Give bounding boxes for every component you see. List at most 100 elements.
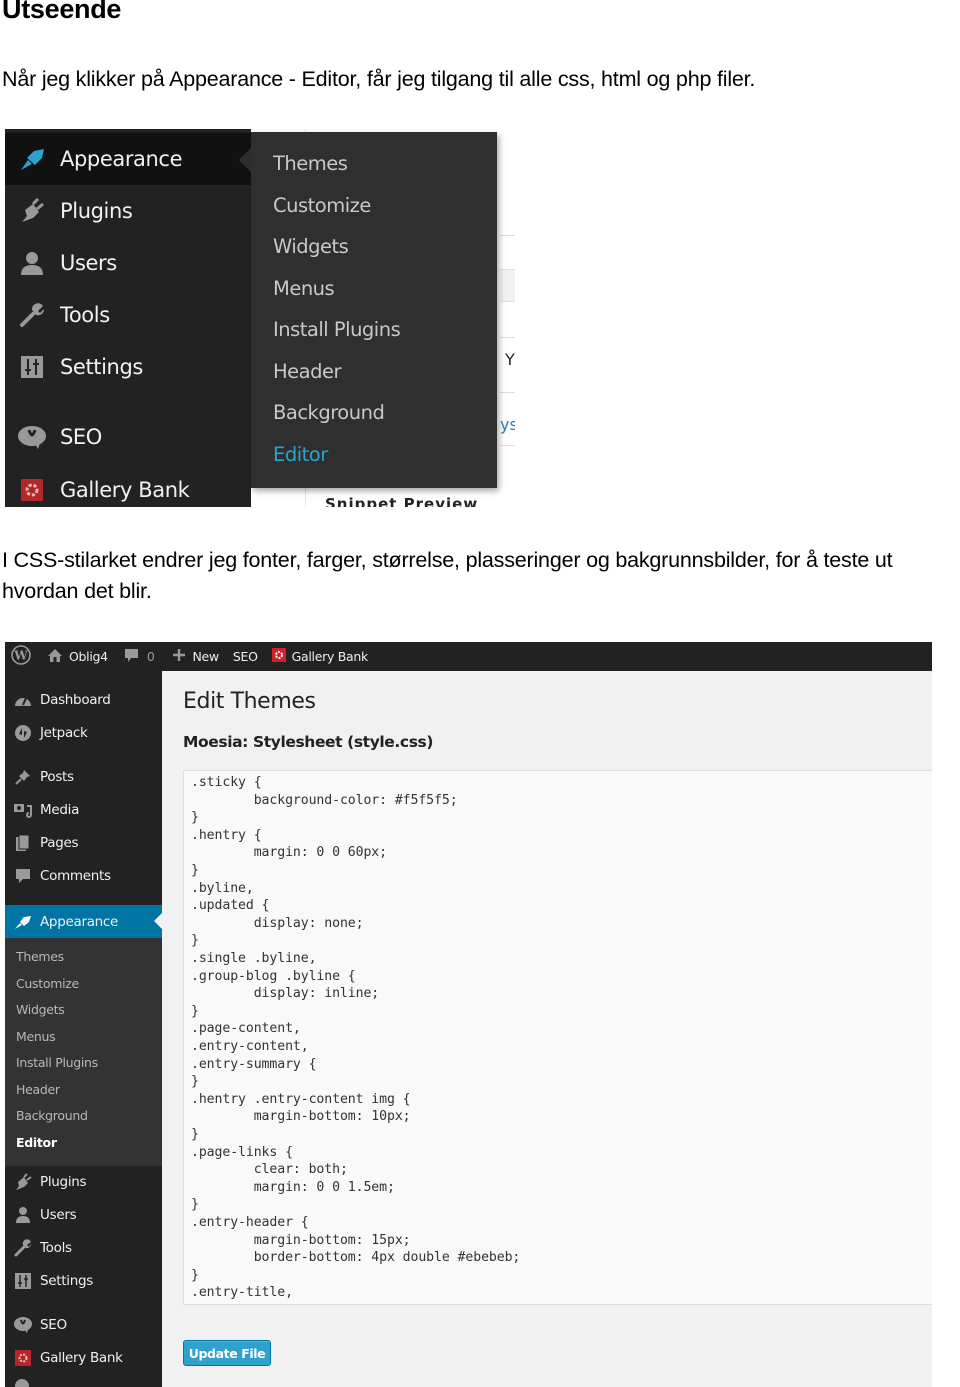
document-heading: Utseende [2, 0, 122, 24]
code-line: .hentry { [191, 827, 262, 843]
home-icon [47, 648, 63, 666]
menu-item-label: Tools [60, 303, 110, 327]
wrench-icon [17, 300, 47, 330]
sidebar-item-appearance[interactable]: Appearance [5, 905, 162, 938]
paragraph-intro: Når jeg klikker på Appearance - Editor, … [2, 67, 756, 91]
file-title: Moesia: Stylesheet (style.css) [183, 733, 434, 751]
sidebar-label: Plugins [40, 1173, 87, 1190]
submenu-item-background[interactable]: Background [273, 401, 385, 424]
wordpress-logo-button[interactable]: W [5, 642, 37, 671]
seo-adminbar-link[interactable]: SEO [225, 642, 264, 671]
new-content-link[interactable]: New [160, 642, 224, 671]
sidebar-label: Media [40, 801, 80, 818]
site-name: Oblig4 [69, 649, 108, 664]
menu-item-settings[interactable]: Settings [5, 341, 251, 393]
gallery-bank-icon [271, 648, 286, 665]
appearance-flyout-submenu: Themes Customize Widgets Menus Install P… [251, 132, 497, 488]
menu-item-label: Plugins [60, 199, 133, 223]
plugin-icon [17, 196, 47, 226]
code-line: border-bottom: 4px double #ebebeb; [191, 1250, 521, 1266]
submenu-item-editor[interactable]: Editor [273, 443, 328, 466]
user-icon [17, 248, 47, 278]
sidebar-item-jetpack[interactable]: Jetpack [5, 716, 162, 749]
code-line: clear: both; [191, 1162, 348, 1178]
sidebar-item-tools[interactable]: Tools [5, 1231, 162, 1264]
sidebar-item-seo[interactable]: SEO [5, 1308, 162, 1341]
paragraph-css-description: I CSS-stilarket endrer jeg fonter, farge… [2, 548, 893, 603]
screenshot-edit-themes: W Oblig4 0 New SEO Gallery Bank Dashboar… [5, 642, 932, 1387]
menu-item-gallery-bank[interactable]: Gallery Bank [5, 464, 251, 507]
code-line: margin-bottom: 15px; [191, 1232, 411, 1248]
sidebar-item-pages[interactable]: Pages [5, 826, 162, 859]
code-line: margin: 0 0 60px; [191, 845, 387, 861]
sidebar-item-media[interactable]: Media [5, 793, 162, 826]
submenu-item-customize[interactable]: Customize [273, 194, 371, 217]
active-arrow [154, 913, 162, 929]
submenu-item-menus[interactable]: Menus [273, 277, 335, 300]
sidebar-label: Pages [40, 834, 79, 851]
sidebar-item-comments[interactable]: Comments [5, 859, 162, 892]
svg-text:W: W [13, 649, 28, 663]
code-line: } [191, 1267, 199, 1283]
submenu-item-install-plugins[interactable]: Install Plugins [16, 1055, 98, 1070]
menu-item-seo[interactable]: SEO [5, 411, 251, 463]
code-line: .page-content, [191, 1021, 301, 1037]
plugin-icon [13, 1172, 33, 1192]
code-line: .sticky { [191, 775, 262, 790]
sidebar-label: Tools [40, 1239, 72, 1256]
submenu-item-menus[interactable]: Menus [16, 1029, 56, 1044]
code-line: .page-links { [191, 1144, 293, 1160]
seo-icon [17, 422, 47, 452]
sidebar-item-settings[interactable]: Settings [5, 1264, 162, 1297]
pin-icon [13, 767, 33, 787]
menu-item-label: SEO [60, 425, 102, 449]
submenu-item-themes[interactable]: Themes [273, 152, 348, 175]
menu-item-label: Settings [60, 355, 143, 379]
sidebar-item-dashboard[interactable]: Dashboard [5, 683, 162, 716]
submenu-item-themes[interactable]: Themes [16, 949, 64, 964]
code-line: } [191, 1003, 199, 1019]
sidebar-label: Posts [40, 768, 74, 785]
menu-item-plugins[interactable]: Plugins [5, 185, 251, 237]
submenu-item-install-plugins[interactable]: Install Plugins [273, 318, 401, 341]
menu-item-appearance[interactable]: Appearance [5, 133, 252, 185]
menu-item-tools[interactable]: Tools [5, 289, 251, 341]
sidebar-item-plugins[interactable]: Plugins [5, 1165, 162, 1198]
update-file-button[interactable]: Update File [183, 1340, 271, 1366]
submenu-item-background[interactable]: Background [16, 1108, 88, 1123]
code-line: .entry-title, [191, 1285, 293, 1301]
code-line: .hentry .entry-content img { [191, 1091, 411, 1107]
submenu-item-widgets[interactable]: Widgets [16, 1002, 65, 1017]
dashboard-icon [13, 690, 33, 710]
sidebar-label: SEO [40, 1316, 67, 1333]
comments-link[interactable]: 0 [114, 642, 161, 671]
paintbrush-icon [13, 912, 33, 932]
code-line: .entry-content, [191, 1039, 309, 1054]
divider [500, 392, 515, 393]
sidebar-label: Jetpack [40, 724, 88, 741]
background-link-fragment: ys [500, 415, 515, 434]
menu-item-users[interactable]: Users [5, 237, 251, 289]
code-editor-textarea[interactable]: .sticky { background-color: #f5f5f5;} .he… [183, 770, 932, 1305]
partial-menu-icon [15, 1379, 29, 1387]
page-title: Edit Themes [183, 689, 316, 714]
code-line: background-color: #f5f5f5; [191, 792, 458, 808]
code-line: display: none; [191, 915, 364, 931]
user-icon [13, 1205, 33, 1225]
sidebar-item-posts[interactable]: Posts [5, 760, 162, 793]
gallery-bank-icon [17, 475, 47, 505]
submenu-item-header[interactable]: Header [16, 1082, 60, 1097]
menu-item-label: Users [60, 251, 117, 275]
gallery-bank-adminbar-link[interactable]: Gallery Bank [264, 642, 374, 671]
pages-icon [13, 833, 33, 853]
media-icon [13, 800, 33, 820]
appearance-submenu: Themes Customize Widgets Menus Install P… [5, 938, 162, 1166]
site-name-link[interactable]: Oblig4 [37, 642, 114, 671]
sidebar-item-gallery-bank[interactable]: Gallery Bank [5, 1341, 162, 1374]
sidebar-item-users[interactable]: Users [5, 1198, 162, 1231]
submenu-item-editor[interactable]: Editor [16, 1135, 57, 1150]
submenu-item-customize[interactable]: Customize [16, 976, 79, 991]
submenu-item-widgets[interactable]: Widgets [273, 235, 349, 258]
code-line: } [191, 810, 199, 826]
submenu-item-header[interactable]: Header [273, 360, 342, 383]
